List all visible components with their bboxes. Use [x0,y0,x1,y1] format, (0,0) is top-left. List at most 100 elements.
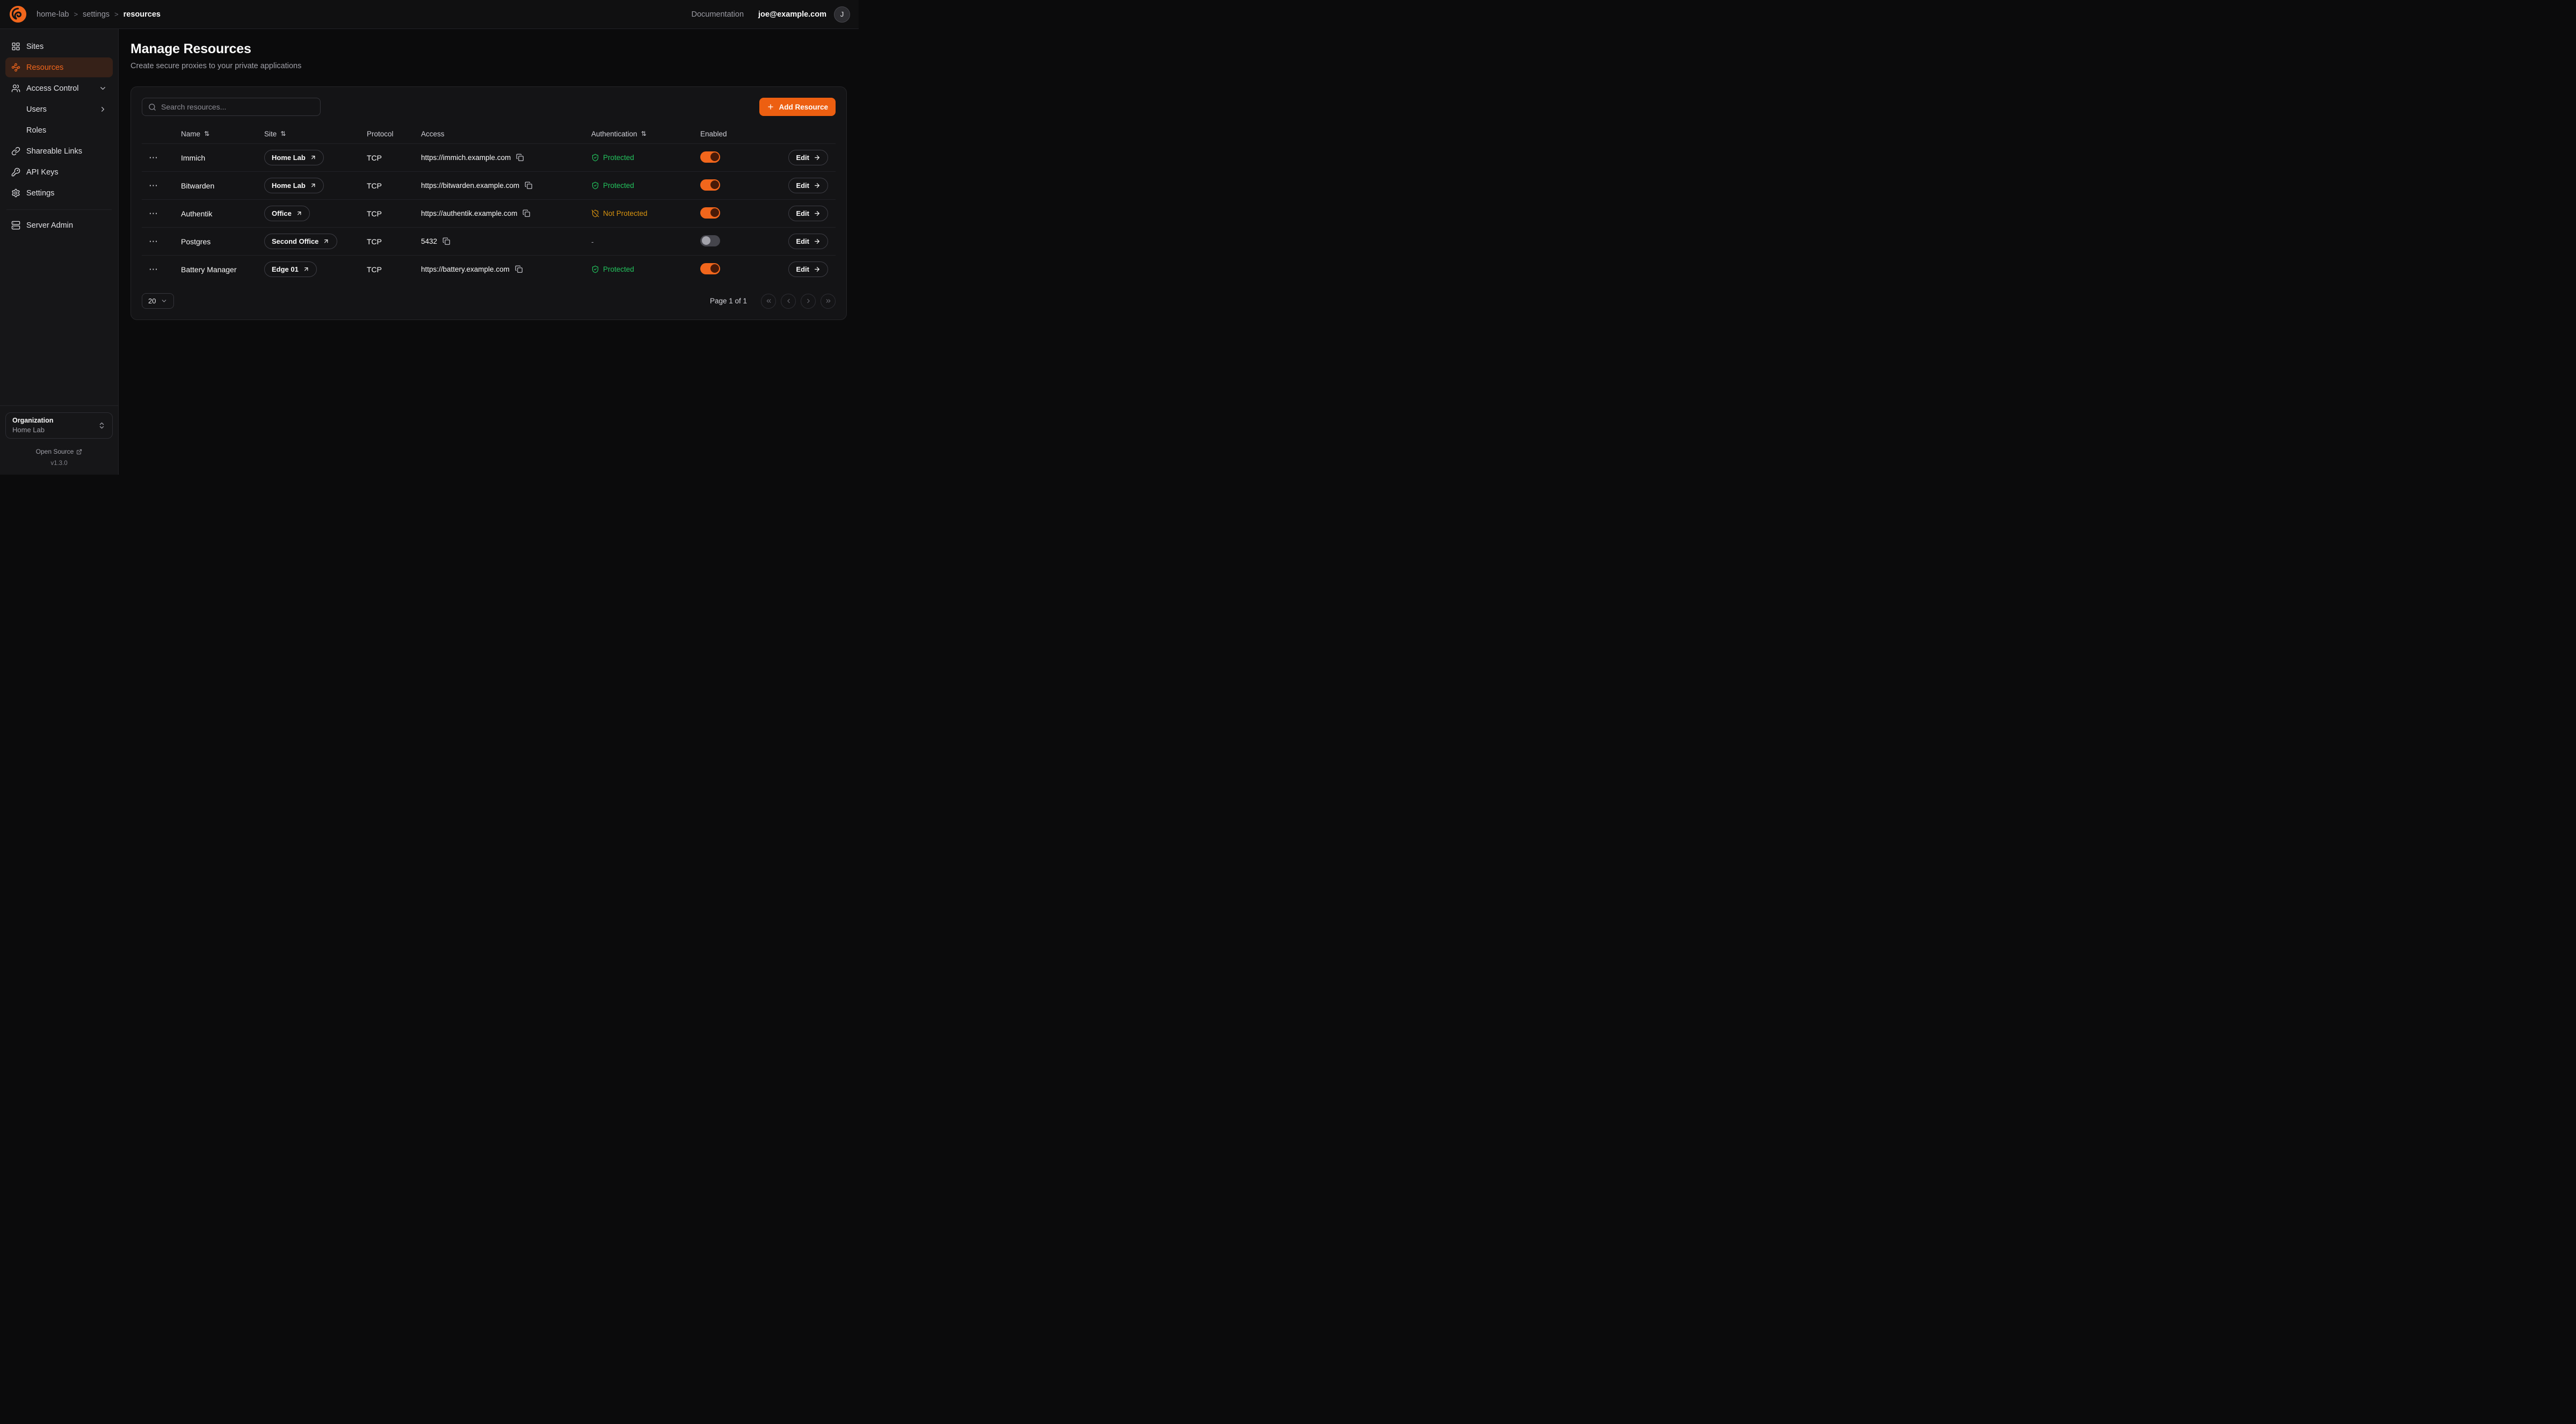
sidebar-divider [0,405,118,406]
site-link-button[interactable]: Home Lab [264,150,324,165]
resource-access-url[interactable]: https://authentik.example.com [421,209,517,217]
shield-check-icon [591,181,599,190]
resource-protocol: TCP [367,209,421,218]
add-resource-label: Add Resource [779,103,828,111]
chevron-right-icon [99,105,107,113]
copy-icon[interactable] [525,181,533,190]
auth-status-label: - [591,237,594,246]
resource-protocol: TCP [367,237,421,246]
site-link-button[interactable]: Office [264,206,310,221]
site-link-button[interactable]: Edge 01 [264,261,317,277]
sidebar-item-label: Sites [26,42,43,51]
grid-icon [11,42,20,51]
previous-page-button[interactable] [781,294,796,309]
chevron-right-icon [805,297,812,304]
user-email[interactable]: joe@example.com [758,10,826,19]
next-page-button[interactable] [801,294,816,309]
edit-button[interactable]: Edit [788,178,828,193]
sidebar-item-api-keys[interactable]: API Keys [5,162,113,182]
site-link-button[interactable]: Home Lab [264,178,324,193]
copy-icon[interactable] [523,209,531,217]
sort-icon[interactable]: ⇅ [204,130,209,137]
documentation-link[interactable]: Documentation [692,10,744,19]
edit-label: Edit [796,265,809,273]
page-size-value: 20 [148,297,156,305]
edit-button[interactable]: Edit [788,261,828,277]
copy-icon[interactable] [515,265,523,273]
search-input[interactable] [161,103,314,111]
resource-access-url[interactable]: https://battery.example.com [421,265,510,273]
first-page-button[interactable] [761,294,776,309]
auth-status-label: Protected [603,181,634,190]
site-link-button[interactable]: Second Office [264,234,337,249]
resource-protocol: TCP [367,265,421,274]
row-actions-button[interactable]: ⋯ [142,208,158,219]
sidebar-item-label: Settings [26,189,54,198]
row-actions-button[interactable]: ⋯ [142,236,158,247]
enabled-toggle[interactable] [700,235,720,246]
add-resource-button[interactable]: Add Resource [759,98,836,116]
resource-access-port[interactable]: 5432 [421,237,437,245]
enabled-toggle[interactable] [700,263,720,274]
sort-icon[interactable]: ⇅ [641,130,647,137]
avatar[interactable]: J [834,6,850,23]
resource-name: Authentik [181,209,264,218]
chevron-down-icon [161,297,168,304]
sidebar-item-settings[interactable]: Settings [5,183,113,203]
row-actions-button[interactable]: ⋯ [142,264,158,275]
breadcrumb-org[interactable]: home-lab [37,10,69,19]
sidebar-item-roles[interactable]: Roles [5,120,113,140]
edit-label: Edit [796,181,809,190]
enabled-toggle[interactable] [700,207,720,219]
chevrons-up-down-icon [98,422,106,430]
auth-status-label: Protected [603,154,634,162]
breadcrumb-settings[interactable]: settings [83,10,110,19]
topbar: home-lab > settings > resources Document… [0,0,859,29]
last-page-button[interactable] [821,294,836,309]
resource-access-url[interactable]: https://bitwarden.example.com [421,181,519,190]
copy-icon[interactable] [516,154,524,162]
enabled-toggle[interactable] [700,179,720,191]
page-size-select[interactable]: 20 [142,293,174,309]
breadcrumb: home-lab > settings > resources [37,10,161,19]
sidebar-item-shareable-links[interactable]: Shareable Links [5,141,113,161]
resource-name: Bitwarden [181,181,264,190]
row-actions-button[interactable]: ⋯ [142,180,158,191]
resource-name: Postgres [181,237,264,246]
sidebar-item-sites[interactable]: Sites [5,37,113,56]
breadcrumb-separator: > [74,10,78,18]
sidebar-item-resources[interactable]: Resources [5,57,113,77]
table-row: ⋯ Immich Home Lab TCP https://immich.exa… [142,143,836,171]
arrow-up-right-icon [303,266,310,273]
organization-selector[interactable]: Organization Home Lab [5,412,113,439]
edit-label: Edit [796,154,809,162]
enabled-toggle[interactable] [700,151,720,163]
header-access: Access [421,130,445,138]
table-row: ⋯ Postgres Second Office TCP 5432 - Edit [142,227,836,255]
sidebar-item-label: Resources [26,63,63,72]
topbar-right: Documentation joe@example.com J [692,6,851,23]
version-label: v1.3.0 [5,460,113,467]
auth-status: Protected [591,265,700,273]
site-name: Home Lab [272,154,306,162]
sidebar-item-users[interactable]: Users [5,99,113,119]
row-actions-button[interactable]: ⋯ [142,152,158,163]
sidebar-item-access-control[interactable]: Access Control [5,78,113,98]
edit-button[interactable]: Edit [788,234,828,249]
arrow-up-right-icon [323,238,330,245]
copy-icon[interactable] [442,237,451,245]
resource-protocol: TCP [367,181,421,190]
edit-button[interactable]: Edit [788,206,828,221]
external-link-icon [76,449,82,455]
app-logo-icon[interactable] [9,5,27,24]
edit-button[interactable]: Edit [788,150,828,165]
open-source-link[interactable]: Open Source [5,448,113,455]
plus-icon [767,103,774,111]
panel-toolbar: Add Resource [142,98,836,116]
sidebar-item-server-admin[interactable]: Server Admin [5,215,113,235]
resource-access-url[interactable]: https://immich.example.com [421,154,511,162]
resource-name: Battery Manager [181,265,264,274]
arrow-right-icon [814,266,821,273]
sort-icon[interactable]: ⇅ [280,130,286,137]
site-name: Second Office [272,237,318,245]
